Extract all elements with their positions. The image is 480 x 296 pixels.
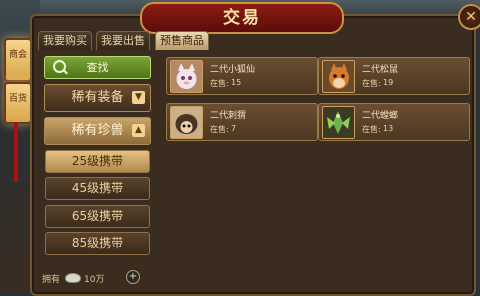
lantern-text: 百货	[8, 94, 27, 104]
item-name: 二代刺猬	[210, 111, 247, 121]
subcategory-level-85[interactable]: 85级携带	[45, 232, 150, 255]
stock-label: 在售:	[210, 79, 229, 88]
lantern-text: 商会	[8, 50, 27, 60]
subcategory-level-25[interactable]: 25级携带	[45, 150, 150, 173]
stock-label: 在售:	[362, 79, 381, 88]
lantern-tassel	[14, 122, 18, 182]
stock-count: 19	[383, 78, 394, 87]
category-rare-equipment[interactable]: 稀有装备 ▼	[44, 84, 151, 112]
hedgehog-portrait-icon	[170, 106, 203, 139]
chevron-down-icon: ▼	[132, 91, 145, 104]
squirrel-portrait-icon	[322, 60, 355, 93]
mantis-portrait-icon	[322, 106, 355, 139]
item-card[interactable]: 二代刺猬 在售: 7	[166, 103, 318, 141]
tab-presale[interactable]: 预售商品	[155, 31, 209, 50]
money-amount: 10万	[84, 275, 105, 285]
tab-buy[interactable]: 我要购买	[38, 31, 92, 50]
fox-portrait-icon	[170, 60, 203, 93]
title-banner: 交易	[140, 2, 344, 34]
stock-label: 在售:	[210, 125, 229, 134]
add-money-button[interactable]: +	[126, 270, 140, 284]
lantern-store-sign: 百货	[4, 82, 32, 124]
lantern-shop-sign: 商会	[4, 38, 32, 82]
search-label: 查找	[86, 61, 109, 74]
item-card[interactable]: 二代松鼠 在售: 19	[318, 57, 470, 95]
subcategory-level-45[interactable]: 45级携带	[45, 177, 150, 200]
chevron-up-icon: ▲	[132, 124, 145, 137]
item-name: 二代小狐仙	[210, 65, 256, 75]
category-label: 稀有装备	[71, 90, 124, 105]
item-name: 二代螳螂	[362, 111, 399, 121]
stock-count: 13	[383, 124, 394, 133]
category-label: 稀有珍兽	[71, 123, 124, 138]
subcategory-level-65[interactable]: 65级携带	[45, 205, 150, 228]
item-name: 二代松鼠	[362, 65, 399, 75]
tab-sell[interactable]: 我要出售	[96, 31, 150, 50]
close-button[interactable]: ✕	[458, 4, 480, 30]
stock-count: 7	[231, 124, 237, 133]
silver-ingot-icon	[65, 273, 81, 283]
stock-label: 在售:	[362, 125, 381, 134]
search-icon	[53, 60, 66, 73]
item-card[interactable]: 二代小狐仙 在售: 15	[166, 57, 318, 95]
category-rare-pets[interactable]: 稀有珍兽 ▲	[44, 117, 151, 145]
search-button[interactable]: 查找	[44, 56, 151, 79]
window-title: 交易	[223, 8, 261, 28]
owned-label: 拥有	[42, 275, 61, 285]
item-card[interactable]: 二代螳螂 在售: 13	[318, 103, 470, 141]
stock-count: 15	[231, 78, 242, 87]
